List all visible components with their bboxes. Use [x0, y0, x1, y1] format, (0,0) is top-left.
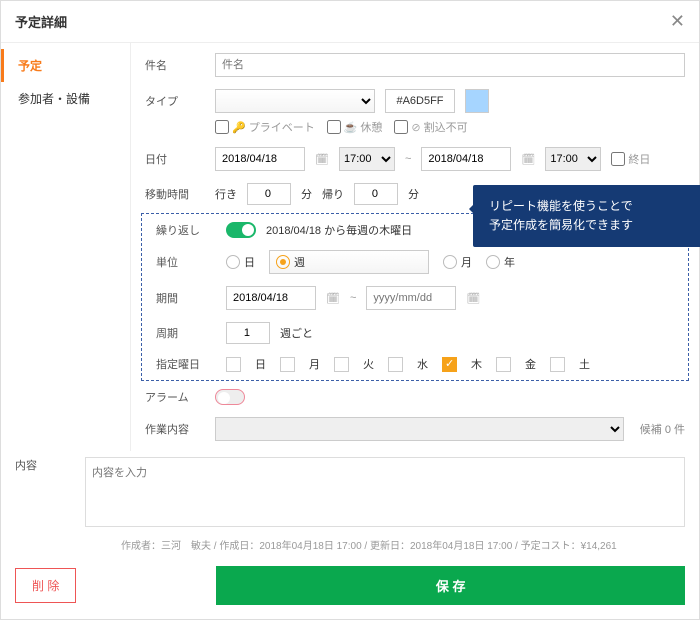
minutes-label: 分: [408, 186, 419, 202]
subject-input[interactable]: [215, 53, 685, 77]
repeat-toggle[interactable]: [226, 222, 256, 238]
alarm-toggle[interactable]: [215, 389, 245, 405]
cycle-input[interactable]: [226, 322, 270, 344]
calendar-icon: 🗓: [326, 292, 340, 305]
work-label: 作業内容: [145, 421, 205, 437]
calendar-icon: 🗓: [466, 292, 480, 305]
day-thu-checkbox[interactable]: [442, 357, 457, 372]
work-candidates: 候補 0 件: [640, 421, 685, 437]
work-select[interactable]: [215, 417, 624, 441]
day-sun-checkbox[interactable]: [226, 357, 241, 372]
subject-label: 件名: [145, 57, 205, 73]
range-separator: ~: [405, 153, 411, 165]
repeat-callout: リピート機能を使うことで 予定作成を簡易化できます: [473, 185, 700, 247]
type-label: タイプ: [145, 93, 205, 109]
end-time-select[interactable]: 17:00: [545, 147, 601, 171]
repeat-label: 繰り返し: [156, 222, 216, 238]
start-time-select[interactable]: 17:00: [339, 147, 395, 171]
minutes-label: 分: [301, 186, 312, 202]
go-label: 行き: [215, 186, 237, 202]
cup-icon: ☕: [344, 121, 358, 134]
tab-schedule[interactable]: 予定: [1, 49, 130, 82]
save-button[interactable]: 保 存: [216, 566, 685, 605]
footer-meta: 作成者：三河 敏夫 / 作成日：2018年04月18日 17:00 / 更新日：…: [1, 533, 699, 562]
unit-day-radio[interactable]: 日: [226, 254, 255, 270]
unit-week-radio[interactable]: 週: [269, 250, 429, 274]
color-swatch[interactable]: [465, 89, 489, 113]
unit-label: 単位: [156, 254, 216, 270]
unit-month-radio[interactable]: 月: [443, 254, 472, 270]
end-date-input[interactable]: [421, 147, 511, 171]
modal-header: 予定詳細 ✕: [1, 1, 699, 43]
back-label: 帰り: [322, 186, 344, 202]
repeat-description: 2018/04/18 から毎週の木曜日: [266, 222, 412, 238]
period-end-input[interactable]: [366, 286, 456, 310]
modal-title: 予定詳細: [15, 12, 67, 31]
back-minutes-input[interactable]: [354, 183, 398, 205]
cycle-label: 周期: [156, 325, 216, 341]
day-mon-checkbox[interactable]: [280, 357, 295, 372]
date-label: 日付: [145, 151, 205, 167]
period-start-input[interactable]: [226, 286, 316, 310]
period-label: 期間: [156, 290, 216, 306]
no-interrupt-checkbox[interactable]: ⊘割込不可: [394, 119, 467, 135]
cycle-suffix: 週ごと: [280, 325, 313, 341]
start-date-input[interactable]: [215, 147, 305, 171]
type-select[interactable]: [215, 89, 375, 113]
form-area: 件名 タイプ #A6D5FF 🔑プライベート ☕休憩 ⊘割込不可 日付 🗓 17…: [131, 43, 699, 451]
private-checkbox[interactable]: 🔑プライベート: [215, 119, 315, 135]
calendar-icon: 🗓: [521, 153, 535, 166]
close-icon[interactable]: ✕: [670, 11, 685, 32]
day-sat-checkbox[interactable]: [550, 357, 565, 372]
color-code-display[interactable]: #A6D5FF: [385, 89, 455, 113]
alarm-label: アラーム: [145, 389, 205, 405]
delete-button[interactable]: 削 除: [15, 568, 76, 603]
block-icon: ⊘: [411, 121, 420, 134]
go-minutes-input[interactable]: [247, 183, 291, 205]
day-wed-checkbox[interactable]: [388, 357, 403, 372]
day-tue-checkbox[interactable]: [334, 357, 349, 372]
allday-checkbox[interactable]: 終日: [611, 151, 650, 167]
travel-label: 移動時間: [145, 186, 205, 202]
calendar-icon: 🗓: [315, 153, 329, 166]
unit-year-radio[interactable]: 年: [486, 254, 515, 270]
tab-attendees[interactable]: 参加者・設備: [1, 82, 130, 115]
day-fri-checkbox[interactable]: [496, 357, 511, 372]
content-textarea[interactable]: [85, 457, 685, 527]
key-icon: 🔑: [232, 121, 246, 134]
content-label: 内容: [15, 457, 75, 527]
schedule-modal: 予定詳細 ✕ 予定 参加者・設備 件名 タイプ #A6D5FF 🔑プライベート …: [0, 0, 700, 620]
break-checkbox[interactable]: ☕休憩: [327, 119, 383, 135]
side-tabs: 予定 参加者・設備: [1, 43, 131, 451]
days-label: 指定曜日: [156, 356, 216, 372]
